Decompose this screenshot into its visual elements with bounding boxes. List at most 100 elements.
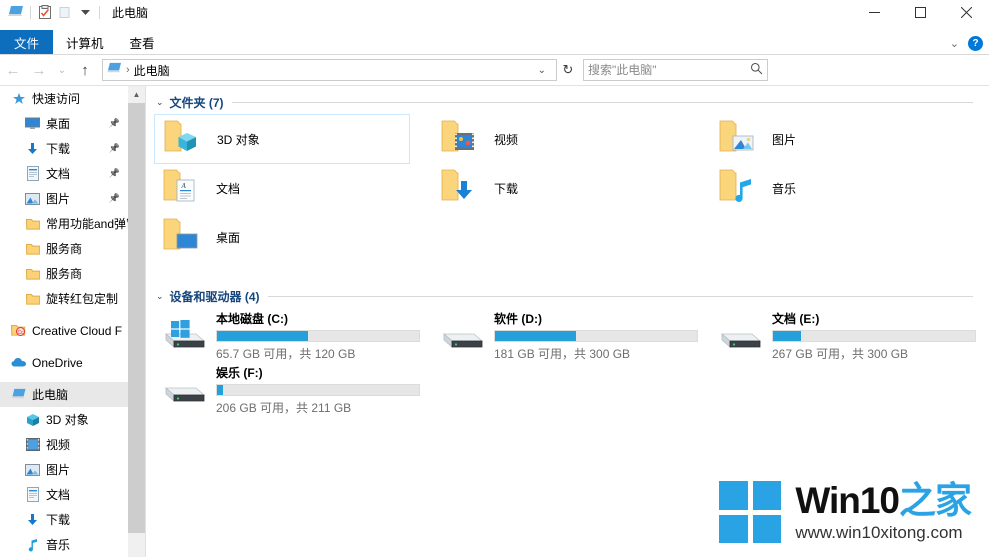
sidebar-item-label: 下载 <box>46 142 71 156</box>
folder-tile[interactable]: 视频 <box>432 114 688 164</box>
forward-button[interactable]: → <box>26 57 52 83</box>
videos-icon <box>24 437 41 453</box>
sidebar-item-14[interactable]: 图片 <box>0 457 128 482</box>
drive-tile[interactable]: 娱乐 (F:) 206 GB 可用，共 211 GB <box>154 362 424 416</box>
pin-icon[interactable]: 📌 <box>109 168 120 179</box>
tab-computer[interactable]: 计算机 <box>53 30 117 55</box>
sidebar-item-13[interactable]: 视频 <box>0 432 128 457</box>
back-button[interactable]: ← <box>0 57 26 83</box>
music-folder-icon <box>718 166 766 210</box>
folder-tile-label: 桌面 <box>216 230 241 245</box>
chevron-down-icon[interactable]: ⌄ <box>156 97 164 108</box>
help-icon[interactable]: ? <box>968 36 983 51</box>
sidebar-item-label: 服务商 <box>46 242 83 256</box>
pin-icon[interactable]: 📌 <box>109 118 120 129</box>
group-title: 文件夹 (7) <box>169 95 224 110</box>
drive-usage-bar <box>216 330 420 342</box>
pin-icon[interactable]: 📌 <box>109 193 120 204</box>
ribbon-tab-bar: 文件 计算机 查看 ⌄ ? <box>0 24 989 55</box>
sidebar-item-15[interactable]: 文档 <box>0 482 128 507</box>
pictures-folder-icon <box>718 117 766 161</box>
sidebar-item-label: 图片 <box>46 192 71 206</box>
sidebar-item-17[interactable]: 音乐 <box>0 532 128 557</box>
scrollbar-thumb[interactable] <box>128 103 145 533</box>
sidebar-item-2[interactable]: 下载 📌 <box>0 136 128 161</box>
music-icon <box>24 537 41 553</box>
this-pc-icon <box>10 387 27 403</box>
sidebar-item-4[interactable]: 图片 📌 <box>0 186 128 211</box>
chevron-down-icon[interactable]: ⌄ <box>156 291 164 302</box>
window-title: 此电脑 <box>112 5 149 20</box>
sidebar-item-6[interactable]: 服务商 <box>0 236 128 261</box>
sidebar-item-16[interactable]: 下载 <box>0 507 128 532</box>
folder-tile-label: 音乐 <box>772 181 797 196</box>
up-button[interactable]: ↑ <box>72 57 98 83</box>
group-title: 设备和驱动器 (4) <box>169 289 260 304</box>
new-folder-icon[interactable] <box>55 2 75 22</box>
drive-usage-bar <box>216 384 420 396</box>
drive-icon <box>440 320 488 364</box>
group-header-folders[interactable]: ⌄ 文件夹 (7) <box>146 92 989 112</box>
onedrive-icon <box>10 355 27 371</box>
sidebar-item-label: 文档 <box>46 167 71 181</box>
site-watermark: Win10之家 www.win10xitong.com <box>719 479 972 543</box>
folder-tile[interactable]: A 文档 <box>154 163 410 213</box>
maximize-button[interactable] <box>897 0 943 24</box>
minimize-button[interactable] <box>851 0 897 24</box>
folder-tile[interactable]: 桌面 <box>154 212 410 262</box>
pin-icon[interactable]: 📌 <box>109 143 120 154</box>
folder-tile[interactable]: 图片 <box>710 114 966 164</box>
scroll-up-arrow-icon[interactable]: ▲ <box>128 86 145 103</box>
drive-info: 文档 (E:) 267 GB 可用，共 300 GB <box>772 308 976 362</box>
this-pc-icon[interactable] <box>6 2 26 22</box>
this-pc-icon[interactable] <box>107 62 122 78</box>
sidebar-item-5[interactable]: 常用功能and弹窗 <box>0 211 128 236</box>
downloads-icon <box>24 512 41 528</box>
sidebar-item-0[interactable]: 快速访问 <box>0 86 128 111</box>
desktop-icon <box>24 116 41 132</box>
customize-dropdown-icon[interactable] <box>75 2 95 22</box>
breadcrumb-this-pc[interactable]: 此电脑 <box>134 62 170 79</box>
chevron-down-icon[interactable]: ⌄ <box>950 37 959 50</box>
search-input[interactable] <box>588 63 750 77</box>
search-icon[interactable] <box>750 62 763 78</box>
folder-tile[interactable]: 下载 <box>432 163 688 213</box>
star-pin-icon <box>10 91 27 107</box>
documents-icon <box>24 487 41 503</box>
sidebar-item-8[interactable]: 旋转红包定制 <box>0 286 128 311</box>
sidebar-item-7[interactable]: 服务商 <box>0 261 128 286</box>
drive-usage-fill <box>217 385 224 395</box>
sidebar-item-11[interactable]: 此电脑 <box>0 382 128 407</box>
sidebar-scrollbar[interactable]: ▲ <box>128 86 145 557</box>
sidebar-item-label: 图片 <box>46 463 71 477</box>
navigation-pane[interactable]: 快速访问桌面📌下载📌文档📌图片📌常用功能and弹窗服务商服务商旋转红包定制CcC… <box>0 86 128 557</box>
group-header-drives[interactable]: ⌄ 设备和驱动器 (4) <box>146 286 989 306</box>
sidebar-item-3[interactable]: 文档 📌 <box>0 161 128 186</box>
tab-view[interactable]: 查看 <box>117 30 168 55</box>
sidebar-item-1[interactable]: 桌面 📌 <box>0 111 128 136</box>
sidebar-item-12[interactable]: 3D 对象 <box>0 407 128 432</box>
address-input[interactable]: › 此电脑 ⌄ <box>102 59 557 81</box>
drive-name: 娱乐 (F:) <box>216 366 263 380</box>
watermark-brand: Win10 <box>795 479 900 521</box>
sidebar-item-10[interactable]: OneDrive <box>0 350 128 375</box>
recent-locations-button[interactable]: ⌄ <box>52 57 72 83</box>
tab-file[interactable]: 文件 <box>0 30 54 55</box>
properties-icon[interactable] <box>35 2 55 22</box>
file-list-pane[interactable]: ⌄ 文件夹 (7) 3D 对象 视频 图片 A 文档 下载 音乐桌面 ⌄ 设备和驱动器 (4… <box>146 86 989 557</box>
folder-tile[interactable]: 音乐 <box>710 163 966 213</box>
drive-tile[interactable]: 本地磁盘 (C:) 65.7 GB 可用，共 120 GB <box>154 308 424 362</box>
search-box[interactable] <box>583 59 768 81</box>
drive-tile[interactable]: 文档 (E:) 267 GB 可用，共 300 GB <box>710 308 980 362</box>
close-button[interactable] <box>943 0 989 24</box>
svg-text:Cc: Cc <box>17 330 24 336</box>
folder-tile[interactable]: 3D 对象 <box>154 114 410 164</box>
windows-drive-icon <box>162 320 210 364</box>
refresh-button[interactable]: ↻ <box>557 59 579 81</box>
chevron-down-icon[interactable]: ⌄ <box>532 65 552 76</box>
drive-name: 软件 (D:) <box>494 312 542 326</box>
drive-tile[interactable]: 软件 (D:) 181 GB 可用，共 300 GB <box>432 308 702 362</box>
sidebar-item-9[interactable]: Cc Creative Cloud F <box>0 318 128 343</box>
sidebar-item-label: 快速访问 <box>32 92 81 106</box>
